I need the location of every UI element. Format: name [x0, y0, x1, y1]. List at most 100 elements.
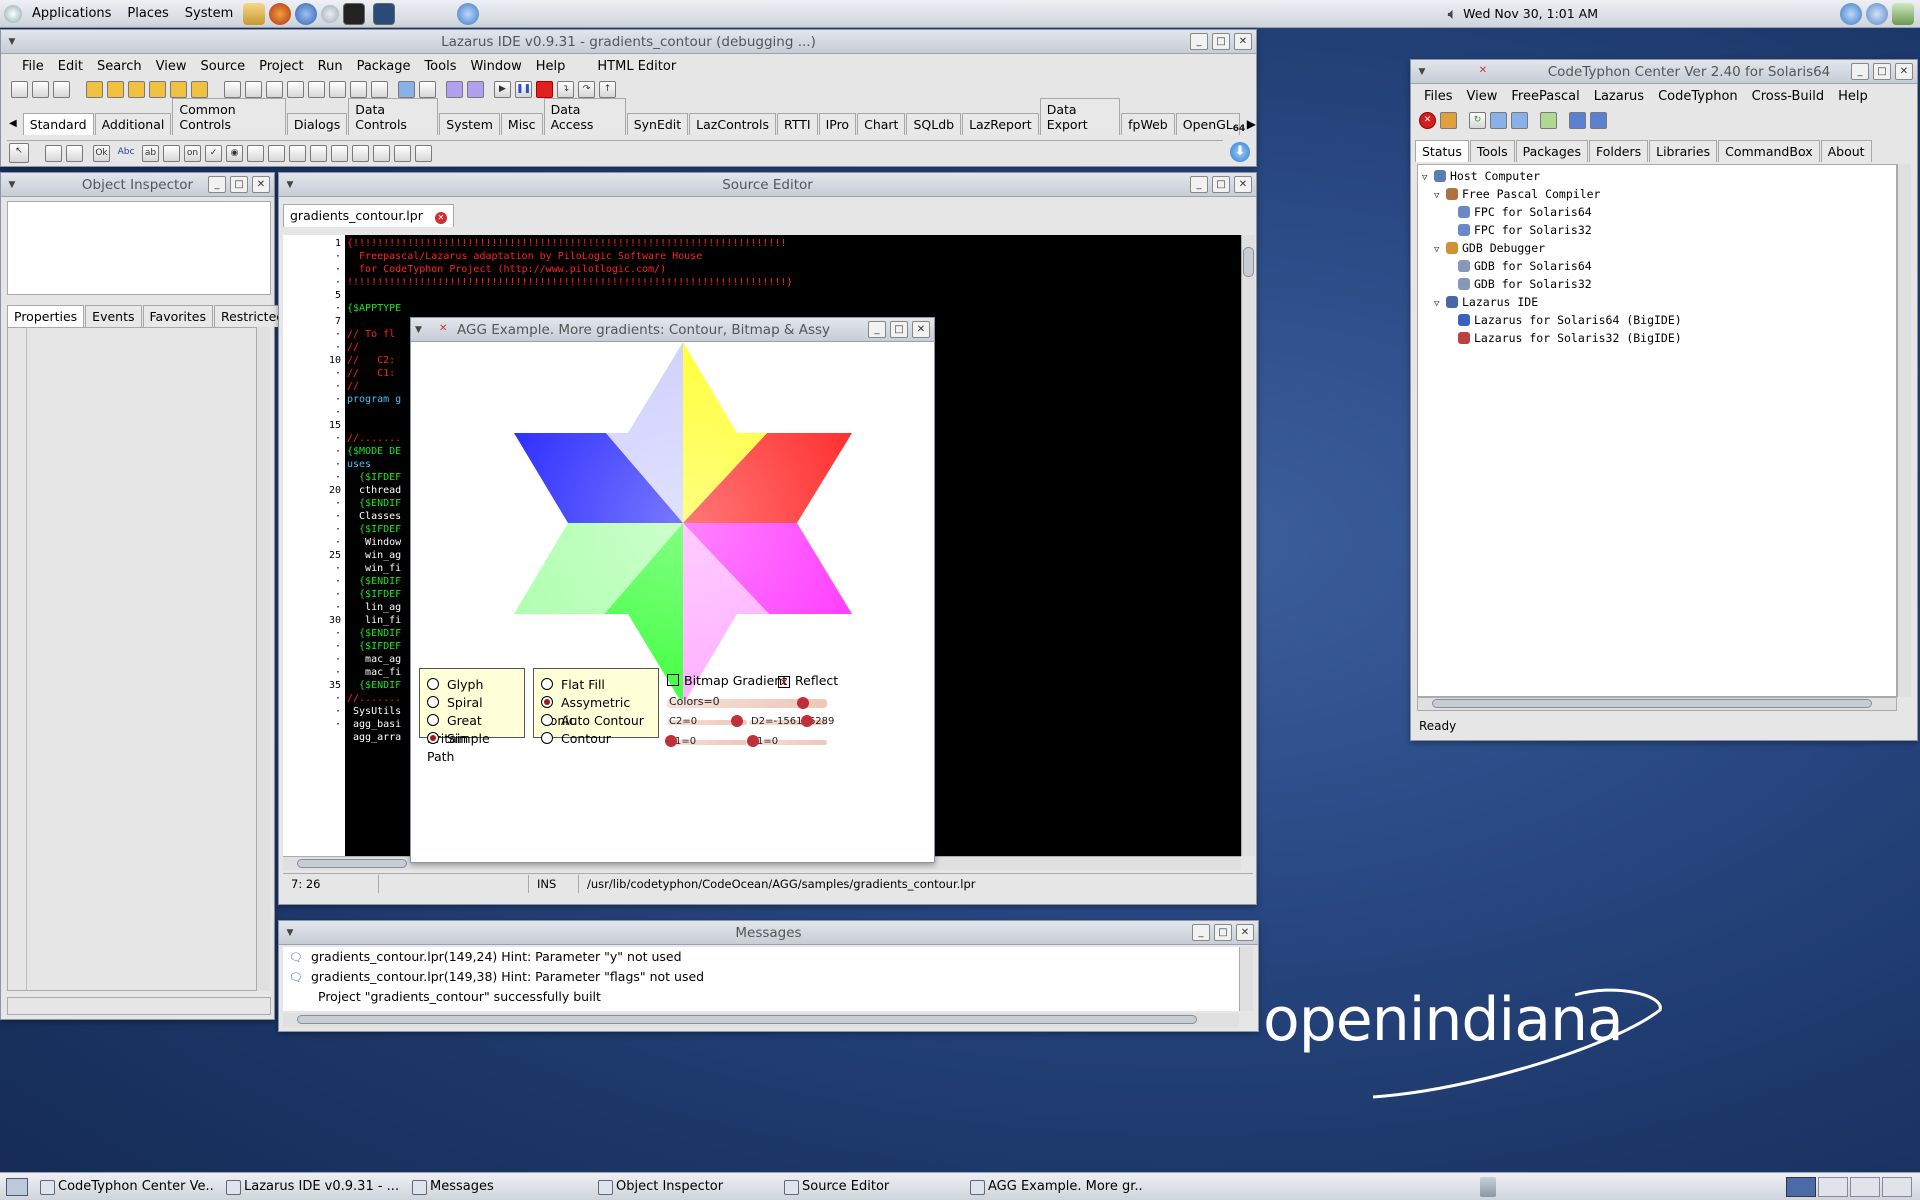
- palette-tab-sqldb[interactable]: SQLdb: [906, 113, 962, 135]
- taskbar-item-source-editor[interactable]: Source Editor: [776, 1175, 958, 1199]
- window-menu-icon[interactable]: ▼: [283, 178, 297, 192]
- show-desktop-icon[interactable]: [6, 1177, 28, 1196]
- message-row[interactable]: 🗨︎ gradients_contour.lpr(149,38) Hint: Pa…: [283, 967, 1239, 987]
- terminal-launcher-icon[interactable]: [343, 2, 366, 25]
- c2-slider[interactable]: C2=0: [667, 715, 747, 728]
- taskbar-item-messages[interactable]: Messages: [404, 1175, 586, 1199]
- palette-tab-data-controls[interactable]: Data Controls: [348, 98, 439, 135]
- tree-vertical-scrollbar[interactable]: [1897, 164, 1911, 697]
- volume-icon[interactable]: 🔈︎: [1448, 4, 1458, 24]
- window-menu-icon[interactable]: ▼: [283, 926, 297, 940]
- save-all-icon[interactable]: [149, 80, 166, 98]
- taskbar-item-agg-example[interactable]: AGG Example. More gr...: [962, 1175, 1144, 1199]
- wrench-icon[interactable]: [371, 80, 388, 98]
- window-menu-icon[interactable]: ▼: [415, 323, 429, 337]
- start-slider[interactable]: 1=0: [665, 735, 747, 748]
- radio-option[interactable]: Flat Fill: [541, 676, 651, 694]
- minimize-button[interactable]: _: [1192, 924, 1210, 941]
- maximize-button[interactable]: □: [890, 321, 908, 338]
- close-tab-icon[interactable]: ✕: [434, 212, 447, 224]
- tree-node[interactable]: ▽ Host Computer: [1422, 167, 1892, 185]
- workspace-switcher[interactable]: [1786, 1176, 1912, 1197]
- menu-run[interactable]: Run: [311, 59, 350, 74]
- radio-option[interactable]: Contour: [541, 730, 651, 748]
- maximize-button[interactable]: □: [1212, 176, 1230, 193]
- menu-source[interactable]: Source: [193, 59, 252, 74]
- tcheckbox-icon[interactable]: ✓: [205, 144, 222, 162]
- tree-node[interactable]: ▽ GDB Debugger: [1422, 239, 1892, 257]
- maximize-button[interactable]: □: [1873, 63, 1891, 80]
- selection-pointer-icon[interactable]: ↖: [9, 143, 29, 163]
- new-form2-icon[interactable]: [329, 80, 346, 98]
- taskbar-item-object-inspector[interactable]: Object Inspector: [590, 1175, 772, 1199]
- menu-freepascal[interactable]: FreePascal: [1504, 89, 1586, 104]
- palette-tab-common-controls[interactable]: Common Controls: [172, 98, 286, 135]
- tree-horizontal-scrollbar[interactable]: [1417, 697, 1897, 711]
- tree-node[interactable]: FPC for Solaris64: [1422, 203, 1892, 221]
- ide-titlebar[interactable]: ▼ Lazarus IDE v0.9.31 - gradients_contou…: [1, 30, 1256, 54]
- expander-icon[interactable]: ▽: [1434, 187, 1446, 205]
- menu-tools[interactable]: Tools: [417, 59, 463, 74]
- tab-folders[interactable]: Folders: [1588, 140, 1649, 162]
- tree-node[interactable]: ▽ Lazarus IDE: [1422, 293, 1892, 311]
- tab-favorites[interactable]: Favorites: [142, 305, 213, 327]
- clock[interactable]: Wed Nov 30, 1:01 AM: [1463, 6, 1598, 21]
- radio-option[interactable]: Assymetric Conic: [541, 694, 651, 728]
- toggle-form-icon[interactable]: [266, 80, 283, 98]
- menu-view[interactable]: View: [149, 59, 194, 74]
- bitmap-gradient-checkbox[interactable]: Bitmap Gradient: [667, 673, 787, 688]
- new-form-icon[interactable]: [32, 80, 49, 98]
- palette-tab-data-export[interactable]: Data Export: [1039, 98, 1121, 135]
- close-button[interactable]: ✕: [1234, 33, 1252, 50]
- windows-icon[interactable]: [1511, 111, 1528, 129]
- tlistbox-icon[interactable]: [247, 144, 264, 162]
- build-all-icon[interactable]: [467, 80, 484, 98]
- maximize-button[interactable]: □: [1212, 33, 1230, 50]
- step-into-icon[interactable]: ↴: [557, 80, 574, 98]
- minimize-button[interactable]: _: [1190, 33, 1208, 50]
- messages-list[interactable]: 🗨︎ gradients_contour.lpr(149,24) Hint: Pa…: [283, 947, 1239, 1011]
- save-icon[interactable]: [128, 80, 145, 98]
- taskbar-item-codetyphon[interactable]: CodeTyphon Center Ve...: [32, 1175, 214, 1199]
- build-64-icon[interactable]: [1569, 111, 1586, 129]
- maximize-button[interactable]: □: [230, 176, 248, 193]
- tab-status[interactable]: Status: [1415, 140, 1469, 162]
- component-tree[interactable]: [7, 201, 271, 295]
- palette-tab-dialogs[interactable]: Dialogs: [286, 113, 348, 135]
- window-menu-icon[interactable]: ▼: [5, 178, 19, 192]
- run-icon[interactable]: ▶: [494, 80, 511, 98]
- build-32-icon[interactable]: [1590, 111, 1607, 129]
- palette-tab-rtti[interactable]: RTTI: [777, 113, 818, 135]
- menu-files[interactable]: Files: [1417, 89, 1460, 104]
- tlabel-icon[interactable]: Abc: [114, 145, 138, 162]
- minimize-button[interactable]: _: [208, 176, 226, 193]
- property-grid[interactable]: [7, 327, 259, 991]
- tab-commandbox[interactable]: CommandBox: [1718, 140, 1820, 162]
- reflect-checkbox[interactable]: ✕ Reflect: [778, 673, 838, 688]
- close-button[interactable]: ✕: [252, 176, 270, 193]
- menu-file[interactable]: File: [15, 59, 51, 74]
- tree-node[interactable]: Lazarus for Solaris32 (BigIDE): [1422, 329, 1892, 347]
- message-row[interactable]: 🗨︎ gradients_contour.lpr(149,24) Hint: Pa…: [283, 947, 1239, 967]
- tscrollbar-icon[interactable]: [289, 144, 306, 162]
- expander-icon[interactable]: ▽: [1434, 241, 1446, 259]
- open-recent-icon[interactable]: [107, 80, 124, 98]
- tab-events[interactable]: Events: [85, 305, 142, 327]
- tree-node[interactable]: GDB for Solaris32: [1422, 275, 1892, 293]
- copy-icon[interactable]: [1490, 111, 1507, 129]
- tgroupbox-icon[interactable]: [310, 144, 327, 162]
- step-out-icon[interactable]: ↑: [599, 80, 616, 98]
- home-launcher-icon[interactable]: [243, 2, 266, 25]
- ttogglebox-icon[interactable]: on: [184, 144, 201, 162]
- tab-libraries[interactable]: Libraries: [1649, 140, 1718, 162]
- agg-titlebar[interactable]: ▼ ✕ AGG Example. More gradients: Contour…: [411, 318, 934, 342]
- menu-help[interactable]: Help: [529, 59, 573, 74]
- paste-icon[interactable]: [308, 80, 325, 98]
- window-menu-icon[interactable]: ▼: [5, 35, 19, 49]
- close-button[interactable]: ✕: [1236, 924, 1254, 941]
- close-file-icon[interactable]: [170, 80, 187, 98]
- tree-node[interactable]: ▽ Free Pascal Compiler: [1422, 185, 1892, 203]
- menu-applications[interactable]: Applications: [24, 0, 119, 28]
- menu-codetyphon[interactable]: CodeTyphon: [1651, 89, 1745, 104]
- tab-tools[interactable]: Tools: [1469, 140, 1515, 162]
